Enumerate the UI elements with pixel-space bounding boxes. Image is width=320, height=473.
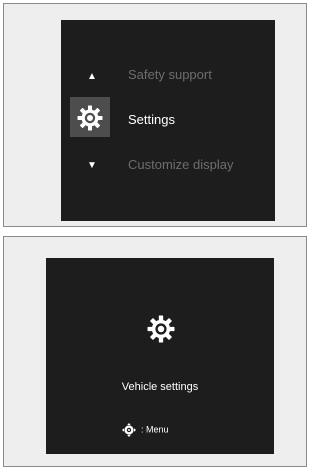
gear-icon (147, 315, 175, 343)
detail-screen: Vehicle settings : Menu (46, 258, 274, 454)
dial-icon (122, 423, 136, 437)
gear-icon (77, 105, 103, 131)
menu-item-settings[interactable]: Settings (128, 112, 175, 127)
arrow-up-icon[interactable]: ▲ (87, 72, 97, 82)
menu-item-safety-support[interactable]: Safety support (128, 67, 212, 82)
menu-hint-label: : Menu (141, 424, 169, 435)
vehicle-settings-title: Vehicle settings (121, 381, 199, 393)
menu-item-customize-display[interactable]: Customize display (128, 157, 234, 172)
menu-screen: ▲ ▼ Safety support Settings Customize di… (61, 20, 275, 221)
arrow-down-icon[interactable]: ▼ (87, 161, 97, 171)
detail-panel-frame: Vehicle settings : Menu (3, 236, 307, 467)
menu-panel-frame: ▲ ▼ Safety support Settings Customize di… (3, 3, 307, 227)
menu-hint: : Menu (122, 423, 169, 437)
